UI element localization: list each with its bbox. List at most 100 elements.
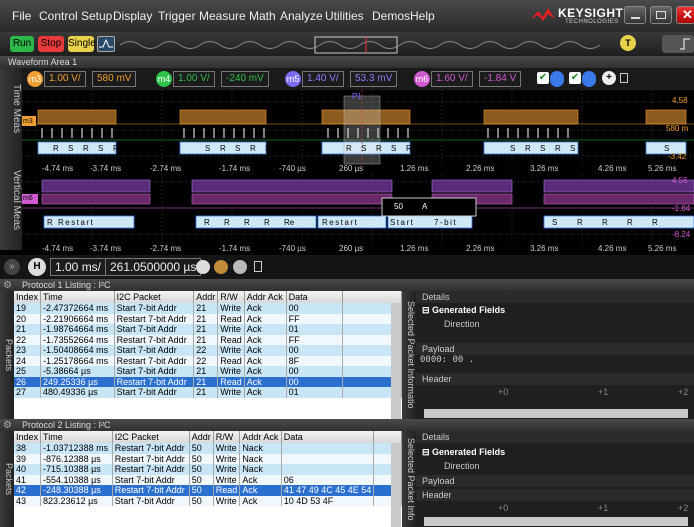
bus-b2-badge[interactable] [582,71,596,87]
tab-packets-2[interactable]: Packets [0,431,14,527]
clock-icon[interactable] [196,260,210,274]
pan-icon[interactable] [214,260,228,274]
expand-icon[interactable]: » [4,259,20,275]
table-row[interactable]: 26 249.25336 µs Restart 7-bit Addr 21 Read Ac… [14,376,402,387]
channel-m4-scale[interactable]: 1.00 V/ [173,71,215,87]
column-header[interactable]: I2C Packet [112,431,190,443]
add-channel-icon[interactable]: + [602,71,616,85]
tab-packets-1[interactable]: Packets [0,291,14,419]
column-header[interactable]: Index [14,431,42,443]
tab-selected-packet-2[interactable]: Selected Packet Info [402,431,416,527]
column-header[interactable]: Time [40,291,115,303]
column-header[interactable]: Addr [193,291,219,303]
gear-icon[interactable]: ⚙ [3,420,15,431]
column-header[interactable]: Data [286,291,344,303]
table-cell: 249.25336 µs [40,376,115,387]
table-row[interactable]: 38 -1.03712388 ms Restart 7-bit Addr 50 Writ… [14,443,402,454]
time-scale[interactable]: 1.00 ms/ [50,258,107,276]
table-row[interactable]: 19 -2.47372664 ms Start 7-bit Addr 21 Write A… [14,303,402,314]
checkbox-icon[interactable]: ✔ [537,72,549,84]
single-button[interactable]: Single [68,36,96,52]
generated-fields-label[interactable]: ⊟ Generated Fields [422,447,505,458]
checkbox-icon[interactable]: ✔ [569,72,581,84]
table-row[interactable]: 22 -1.73552664 ms Restart 7-bit Addr 21 Read… [14,334,402,345]
menu-utilities[interactable]: Utilities [325,9,364,23]
waveform-plot-2[interactable]: m6 R Restart R R R R Re Restart 50 A Sta… [22,174,694,255]
table-row[interactable]: 20 -2.21906664 ms Restart 7-bit Addr 21 Read… [14,313,402,324]
decode-label: R [627,218,633,227]
details-horizontal-scrollbar[interactable] [424,517,688,526]
trigger-mode-button[interactable] [662,35,694,53]
table-row[interactable]: 41 -554.10388 µs Start 7-bit Addr 50 Write Ac… [14,474,402,485]
table-cell: 00 [286,366,344,377]
pin-icon[interactable] [254,261,262,272]
tab-vertical-meas[interactable]: Vertical Meas [0,150,22,250]
column-header[interactable]: Data [281,431,375,443]
column-header[interactable]: Addr [189,431,214,443]
menu-setup[interactable]: Setup [81,9,112,23]
channel-m6-badge[interactable]: m6 [414,71,430,87]
waveform-overview[interactable] [120,36,600,54]
table-row[interactable]: 24 -1.25178664 ms Restart 7-bit Addr 22 Read… [14,355,402,366]
column-header[interactable]: Addr Ack [239,431,282,443]
table-row[interactable]: 40 -715.10388 µs Restart 7-bit Addr 50 Write… [14,464,402,475]
stop-button[interactable]: Stop [38,36,64,52]
menu-display[interactable]: Display [113,9,152,23]
column-header[interactable]: Time [40,431,113,443]
pin-icon[interactable] [620,73,628,83]
waveform-plot-1[interactable]: m3 P1 R S R S R S R S R S R S R S R S R … [22,90,694,174]
decode-label: S [235,144,241,153]
table-row[interactable]: 23 -1.50408664 ms Start 7-bit Addr 22 Write A… [14,345,402,356]
table-row[interactable]: 21 -1.98764664 ms Start 7-bit Addr 21 Write A… [14,324,402,335]
table-row[interactable]: 43 823.23612 µs Start 7-bit Addr 50 Write Ack… [14,495,402,506]
trigger-marker[interactable]: T [620,35,636,51]
table-cell: 21 [193,387,219,398]
table-cell: 01 [286,387,344,398]
table-row[interactable]: 39 -876.12388 µs Restart 7-bit Addr 50 Write… [14,453,402,464]
column-header[interactable]: I2C Packet [114,291,195,303]
zoom-icon[interactable] [233,260,247,274]
bus-b1-badge[interactable] [550,71,564,87]
menu-trigger[interactable]: Trigger [158,9,196,23]
channel-m5-scale[interactable]: 1.40 V/ [302,71,344,87]
channel-m5-offset[interactable]: 53.3 mV [350,71,398,87]
channel-m3-offset[interactable]: 580 mV [92,71,137,87]
column-header[interactable]: Index [14,291,42,303]
table-row[interactable]: 27 480.49336 µs Start 7-bit Addr 21 Write Ack… [14,387,402,398]
protocol1-vertical-scrollbar[interactable] [391,303,401,419]
horizontal-badge[interactable]: H [28,258,46,276]
menu-file[interactable]: File [12,9,31,23]
channel-m4-offset[interactable]: -240 mV [221,71,269,87]
channel-m6-scale[interactable]: 1.60 V/ [431,71,473,87]
table-row[interactable]: 42 -248.30388 µs Restart 7-bit Addr 50 Read A… [14,485,402,496]
restore-button[interactable] [650,6,672,24]
protocol2-vertical-scrollbar[interactable] [391,443,401,527]
details-horizontal-scrollbar[interactable] [424,409,688,418]
time-position[interactable]: 261.0500000 µs [105,258,202,276]
auto-scale-button[interactable] [97,36,115,52]
menu-control[interactable]: Control [39,9,78,23]
run-button[interactable]: Run [10,36,34,52]
column-header[interactable]: R/W [213,431,241,443]
table-row[interactable]: 25 -5.38664 µs Start 7-bit Addr 21 Write Ack 0… [14,366,402,377]
tab-selected-packet-1[interactable]: Selected Packet Informatio [402,291,416,419]
channel-m4-badge[interactable]: m4 [156,71,172,87]
tab-time-meas[interactable]: Time Meas [0,68,22,150]
minimize-button[interactable] [624,6,646,24]
channel-m3-badge[interactable]: m3 [27,71,43,87]
menu-measure[interactable]: Measure [199,9,246,23]
channel-m5-badge[interactable]: m5 [285,71,301,87]
gear-icon[interactable]: ⚙ [3,280,15,291]
menu-analyze[interactable]: Analyze [280,9,323,23]
channel-m6-offset[interactable]: -1.84 V [479,71,522,87]
close-button[interactable]: ✕ [676,6,694,24]
decode-label: R [376,144,382,153]
column-header[interactable]: Addr Ack [244,291,287,303]
column-header[interactable]: R/W [217,291,245,303]
ruler-label: +1 [598,387,609,397]
menu-math[interactable]: Math [249,9,276,23]
menu-demos[interactable]: Demos [372,9,410,23]
generated-fields-label[interactable]: ⊟ Generated Fields [422,305,505,316]
channel-m3-scale[interactable]: 1.00 V/ [44,71,86,87]
menu-help[interactable]: Help [410,9,435,23]
